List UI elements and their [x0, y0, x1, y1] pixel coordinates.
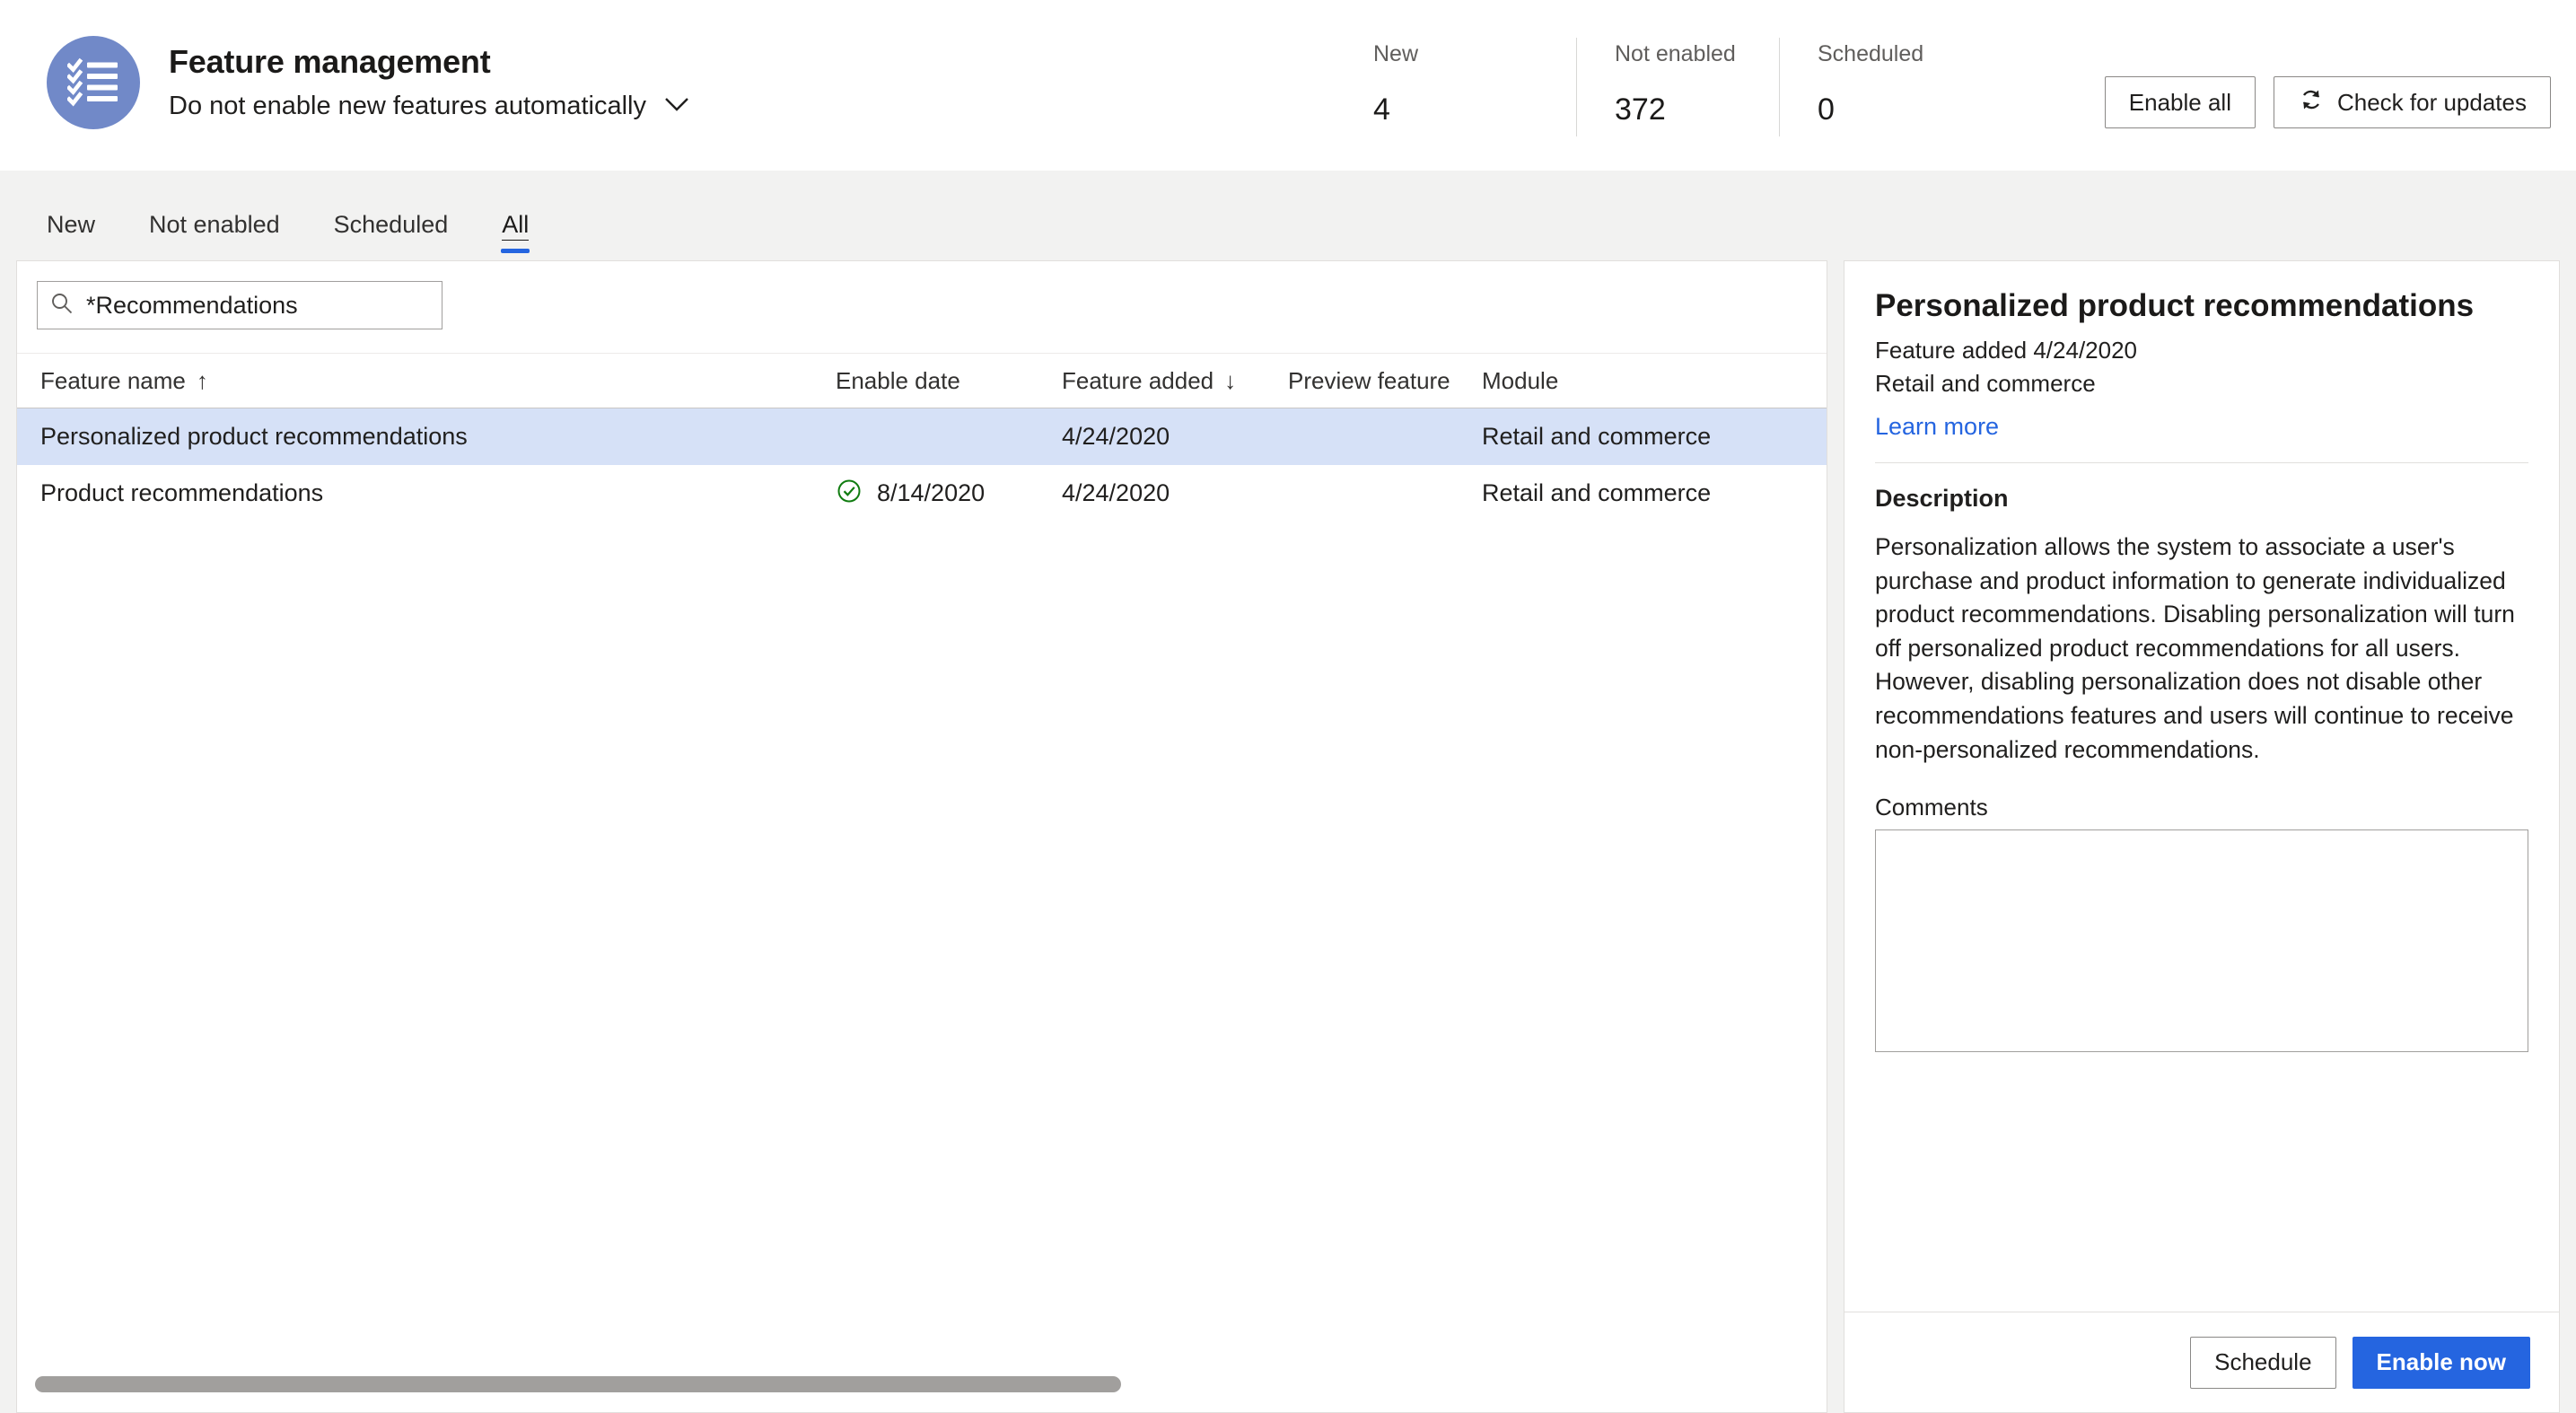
- feature-detail-panel: Personalized product recommendations Fea…: [1844, 260, 2560, 1413]
- sort-ascending-icon: ↑: [196, 367, 208, 394]
- refresh-icon: [2298, 86, 2325, 119]
- tab-all-label: All: [502, 211, 530, 241]
- chevron-down-icon: [664, 97, 689, 117]
- horizontal-scrollbar-thumb[interactable]: [35, 1376, 1121, 1392]
- auto-enable-label: Do not enable new features automatically: [169, 92, 646, 121]
- sort-descending-icon: ↓: [1224, 367, 1237, 394]
- comments-label: Comments: [1875, 794, 1988, 821]
- tab-scheduled[interactable]: Scheduled: [307, 213, 476, 260]
- stat-new-label: New: [1373, 41, 1419, 66]
- search-input-value: *Recommendations: [86, 291, 298, 319]
- auto-enable-dropdown[interactable]: Do not enable new features automatically: [169, 92, 689, 121]
- column-header-preview-feature[interactable]: Preview feature: [1288, 369, 1482, 392]
- check-for-updates-label: Check for updates: [2336, 88, 2527, 116]
- stat-new: New 4: [1373, 38, 1576, 136]
- stat-not-enabled-value: 372: [1615, 92, 1666, 127]
- checklist-icon: [47, 36, 140, 129]
- app-header: Feature management Do not enable new fea…: [0, 0, 2576, 171]
- header-stats: New 4 Not enabled 372 Scheduled 0: [1373, 38, 1982, 136]
- description-label: Description: [1875, 484, 2009, 512]
- tab-scheduled-label: Scheduled: [333, 211, 449, 238]
- table-row[interactable]: Personalized product recommendations 4/2…: [17, 408, 1827, 465]
- stat-scheduled: Scheduled 0: [1779, 38, 1982, 136]
- column-header-enable-date[interactable]: Enable date: [836, 369, 1062, 392]
- search-input[interactable]: *Recommendations: [37, 281, 442, 329]
- tab-not-enabled-label: Not enabled: [149, 211, 280, 238]
- stat-not-enabled-label: Not enabled: [1615, 41, 1736, 66]
- enable-all-button[interactable]: Enable all: [2104, 76, 2256, 128]
- stat-not-enabled: Not enabled 372: [1576, 38, 1779, 136]
- detail-feature-added: Feature added 4/24/2020: [1875, 337, 2138, 364]
- column-header-feature-added[interactable]: Feature added ↓: [1062, 369, 1288, 392]
- stat-new-value: 4: [1373, 92, 1390, 127]
- learn-more-link[interactable]: Learn more: [1875, 414, 1999, 439]
- cell-enable-date-value: 8/14/2020: [877, 479, 986, 506]
- detail-body: Description Personalization allows the s…: [1844, 463, 2559, 1312]
- tab-all[interactable]: All: [475, 211, 556, 260]
- header-titles: Feature management Do not enable new fea…: [169, 36, 689, 121]
- cell-feature-added: 4/24/2020: [1062, 423, 1170, 450]
- page-title: Feature management: [169, 43, 491, 80]
- stat-scheduled-value: 0: [1818, 92, 1835, 127]
- column-header-feature-name[interactable]: Feature name ↑: [40, 369, 836, 392]
- stat-scheduled-label: Scheduled: [1818, 41, 1924, 66]
- header-actions: Enable all Check for updates: [2104, 76, 2551, 128]
- cell-enable-date: 8/14/2020: [836, 478, 1062, 509]
- detail-header: Personalized product recommendations Fea…: [1844, 261, 2559, 462]
- feature-list-panel: *Recommendations Feature name ↑ Enable d…: [16, 260, 1827, 1413]
- content-area: *Recommendations Feature name ↑ Enable d…: [0, 260, 2576, 1413]
- search-row: *Recommendations: [17, 261, 1827, 329]
- table-row[interactable]: Product recommendations 8/14/2020 4/24/2…: [17, 465, 1827, 522]
- tab-new-label: New: [47, 211, 96, 238]
- description-text: Personalization allows the system to ass…: [1875, 532, 2515, 763]
- column-header-enable-date-label: Enable date: [836, 367, 960, 394]
- horizontal-scrollbar[interactable]: [35, 1376, 1809, 1392]
- column-header-feature-added-label: Feature added: [1062, 367, 1214, 394]
- column-header-module-label: Module: [1482, 367, 1559, 394]
- header-identity: Feature management Do not enable new fea…: [0, 0, 689, 129]
- cell-module: Retail and commerce: [1482, 479, 1712, 506]
- schedule-button[interactable]: Schedule: [2190, 1336, 2336, 1389]
- column-header-preview-feature-label: Preview feature: [1288, 367, 1450, 394]
- check-circle-icon: [836, 478, 863, 509]
- grid-header-row: Feature name ↑ Enable date Feature added…: [17, 353, 1827, 408]
- search-icon: [50, 292, 74, 320]
- detail-module: Retail and commerce: [1875, 369, 2096, 397]
- cell-feature-added: 4/24/2020: [1062, 479, 1170, 506]
- cell-feature-name: Product recommendations: [40, 479, 324, 506]
- tab-bar: New Not enabled Scheduled All: [0, 171, 2576, 260]
- comments-input[interactable]: [1875, 829, 2528, 1053]
- tab-not-enabled[interactable]: Not enabled: [122, 213, 307, 260]
- check-for-updates-button[interactable]: Check for updates: [2273, 76, 2551, 128]
- detail-title: Personalized product recommendations: [1875, 288, 2475, 323]
- tab-new[interactable]: New: [20, 213, 122, 260]
- cell-feature-name: Personalized product recommendations: [40, 423, 468, 450]
- column-header-feature-name-label: Feature name: [40, 367, 186, 394]
- cell-module: Retail and commerce: [1482, 423, 1712, 450]
- column-header-module[interactable]: Module: [1482, 369, 1751, 392]
- detail-footer: Schedule Enable now: [1844, 1312, 2559, 1412]
- enable-now-button[interactable]: Enable now: [2352, 1336, 2530, 1389]
- feature-rows: Personalized product recommendations 4/2…: [17, 408, 1827, 1412]
